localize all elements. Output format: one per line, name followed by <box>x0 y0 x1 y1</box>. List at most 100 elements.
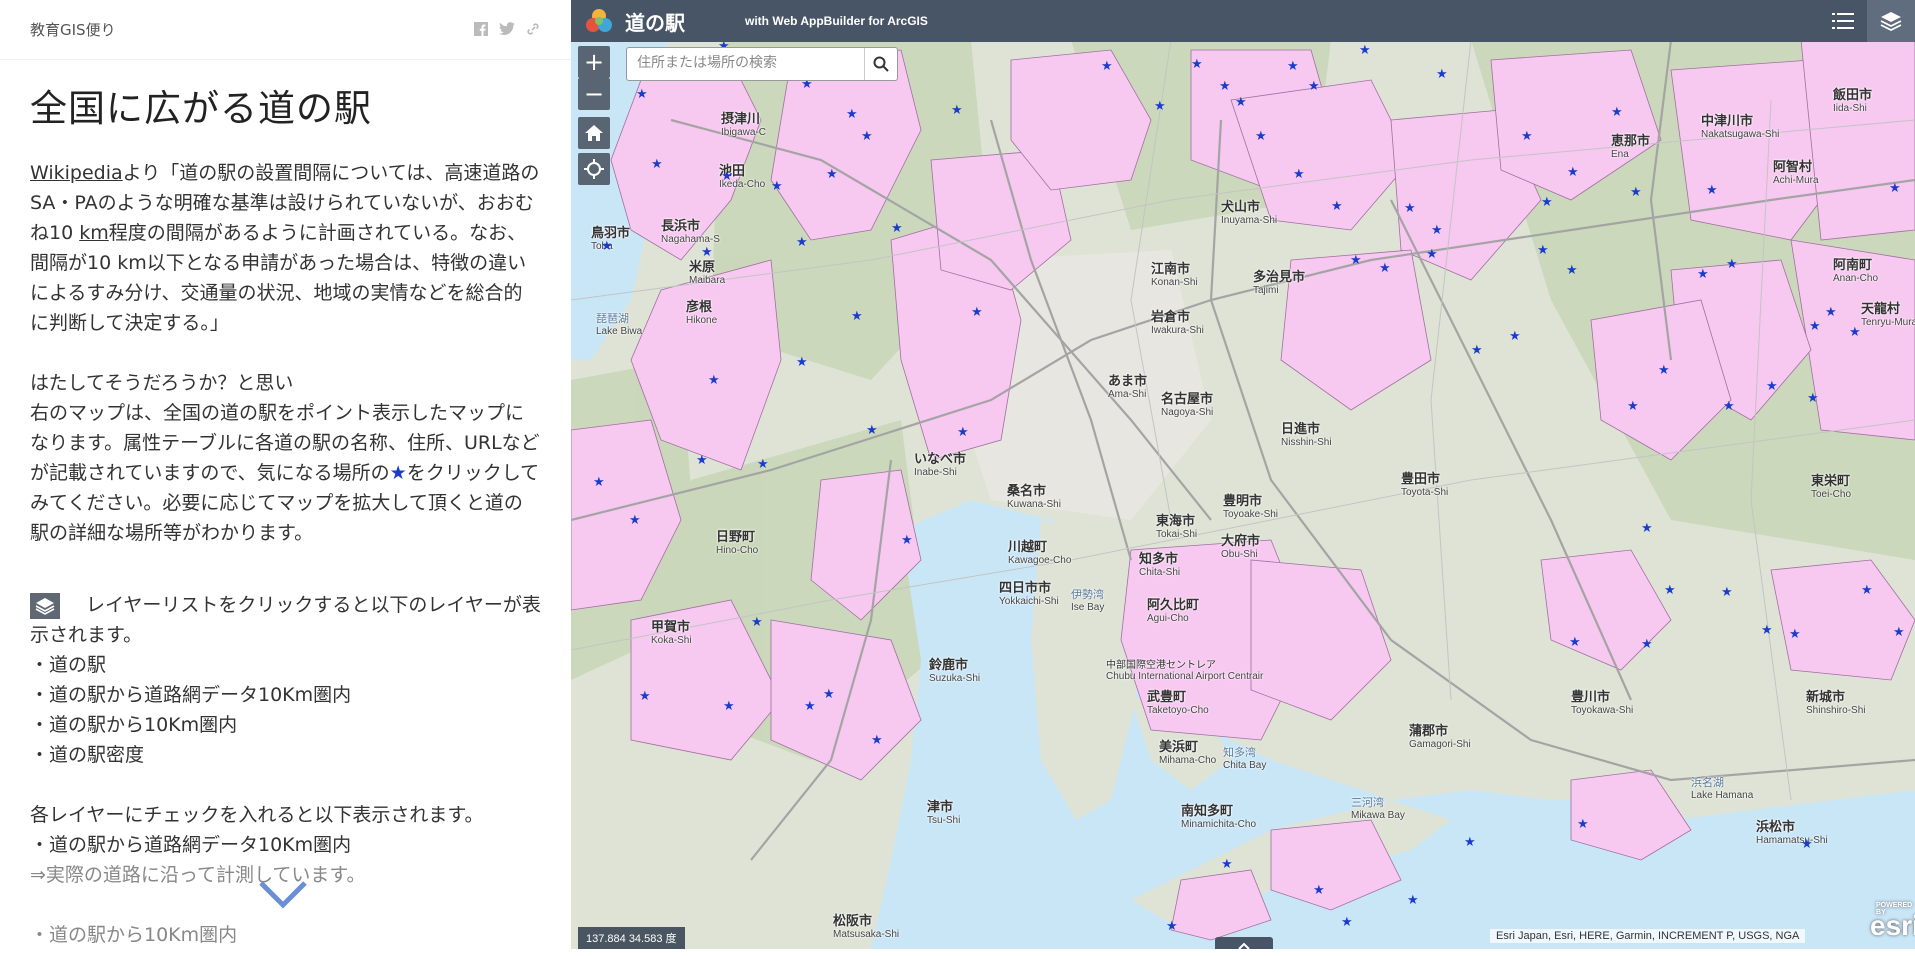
esri-logo[interactable]: POWERED BY esri <box>1870 902 1915 942</box>
station-star-icon[interactable]: ★ <box>823 688 835 701</box>
station-star-icon[interactable]: ★ <box>1219 80 1231 93</box>
twitter-icon[interactable] <box>499 21 515 38</box>
station-star-icon[interactable]: ★ <box>796 356 808 369</box>
home-button[interactable] <box>578 117 610 149</box>
station-star-icon[interactable]: ★ <box>1809 320 1821 333</box>
station-star-icon[interactable]: ★ <box>601 240 613 253</box>
station-star-icon[interactable]: ★ <box>1801 838 1813 851</box>
station-star-icon[interactable]: ★ <box>901 534 913 547</box>
station-star-icon[interactable]: ★ <box>1541 196 1553 209</box>
station-star-icon[interactable]: ★ <box>1426 248 1438 261</box>
station-star-icon[interactable]: ★ <box>1293 168 1305 181</box>
km-link[interactable]: km <box>79 222 109 244</box>
station-star-icon[interactable]: ★ <box>721 170 733 183</box>
station-star-icon[interactable]: ★ <box>1664 584 1676 597</box>
station-star-icon[interactable]: ★ <box>804 700 816 713</box>
map-view[interactable]: 摂津川 Ibigawa-C 池田 Ikeda-Cho 長浜市 Nagahama-S 米… <box>571 0 1915 949</box>
station-star-icon[interactable]: ★ <box>1627 400 1639 413</box>
station-star-icon[interactable]: ★ <box>826 168 838 181</box>
station-star-icon[interactable]: ★ <box>1641 638 1653 651</box>
station-star-icon[interactable]: ★ <box>1509 330 1521 343</box>
station-star-icon[interactable]: ★ <box>708 374 720 387</box>
station-star-icon[interactable]: ★ <box>846 108 858 121</box>
zoom-in-button[interactable]: + <box>578 46 610 78</box>
station-star-icon[interactable]: ★ <box>971 306 983 319</box>
story-brand[interactable]: 教育GIS便り <box>30 19 116 40</box>
station-star-icon[interactable]: ★ <box>1577 818 1589 831</box>
station-star-icon[interactable]: ★ <box>651 158 663 171</box>
station-star-icon[interactable]: ★ <box>1849 326 1861 339</box>
station-star-icon[interactable]: ★ <box>1404 202 1416 215</box>
station-star-icon[interactable]: ★ <box>1464 836 1476 849</box>
bottom-panel-toggle[interactable] <box>1215 937 1273 950</box>
station-star-icon[interactable]: ★ <box>1379 262 1391 275</box>
wikipedia-link[interactable]: Wikipedia <box>30 162 123 184</box>
zoom-out-button[interactable]: − <box>578 78 610 110</box>
station-star-icon[interactable]: ★ <box>1569 636 1581 649</box>
station-star-icon[interactable]: ★ <box>1101 60 1113 73</box>
station-star-icon[interactable]: ★ <box>1641 522 1653 535</box>
station-star-icon[interactable]: ★ <box>1471 344 1483 357</box>
station-star-icon[interactable]: ★ <box>1166 920 1178 933</box>
station-star-icon[interactable]: ★ <box>1537 244 1549 257</box>
station-star-icon[interactable]: ★ <box>639 690 651 703</box>
station-star-icon[interactable]: ★ <box>951 104 963 117</box>
station-star-icon[interactable]: ★ <box>1789 628 1801 641</box>
station-star-icon[interactable]: ★ <box>1761 624 1773 637</box>
station-star-icon[interactable]: ★ <box>871 734 883 747</box>
station-star-icon[interactable]: ★ <box>1566 264 1578 277</box>
station-star-icon[interactable]: ★ <box>696 454 708 467</box>
attribute-table-button[interactable] <box>1819 0 1867 42</box>
station-star-icon[interactable]: ★ <box>1889 182 1901 195</box>
station-star-icon[interactable]: ★ <box>891 222 903 235</box>
station-star-icon[interactable]: ★ <box>861 130 873 143</box>
link-icon[interactable] <box>525 22 541 38</box>
locate-button[interactable] <box>578 153 610 185</box>
station-star-icon[interactable]: ★ <box>1567 166 1579 179</box>
station-star-icon[interactable]: ★ <box>1706 184 1718 197</box>
station-star-icon[interactable]: ★ <box>1313 884 1325 897</box>
station-star-icon[interactable]: ★ <box>1658 364 1670 377</box>
station-star-icon[interactable]: ★ <box>1221 858 1233 871</box>
station-star-icon[interactable]: ★ <box>796 236 808 249</box>
station-star-icon[interactable]: ★ <box>1521 130 1533 143</box>
station-star-icon[interactable]: ★ <box>866 424 878 437</box>
station-star-icon[interactable]: ★ <box>957 426 969 439</box>
station-star-icon[interactable]: ★ <box>1341 916 1353 929</box>
station-star-icon[interactable]: ★ <box>757 458 769 471</box>
station-star-icon[interactable]: ★ <box>701 246 713 259</box>
scroll-down-chevron-icon[interactable] <box>258 880 308 910</box>
station-star-icon[interactable]: ★ <box>1807 392 1819 405</box>
search-button[interactable] <box>864 48 897 80</box>
facebook-icon[interactable] <box>473 21 489 38</box>
station-star-icon[interactable]: ★ <box>1630 186 1642 199</box>
station-star-icon[interactable]: ★ <box>629 514 641 527</box>
station-star-icon[interactable]: ★ <box>1893 626 1905 639</box>
station-star-icon[interactable]: ★ <box>1766 380 1778 393</box>
station-star-icon[interactable]: ★ <box>751 616 763 629</box>
station-star-icon[interactable]: ★ <box>1726 258 1738 271</box>
station-star-icon[interactable]: ★ <box>771 180 783 193</box>
station-star-icon[interactable]: ★ <box>1154 100 1166 113</box>
station-star-icon[interactable]: ★ <box>1255 130 1267 143</box>
station-star-icon[interactable]: ★ <box>1721 586 1733 599</box>
station-star-icon[interactable]: ★ <box>1235 96 1247 109</box>
station-star-icon[interactable]: ★ <box>1407 894 1419 907</box>
layer-list-button[interactable] <box>1867 0 1915 42</box>
station-star-icon[interactable]: ★ <box>1436 68 1448 81</box>
station-star-icon[interactable]: ★ <box>723 700 735 713</box>
station-star-icon[interactable]: ★ <box>1331 200 1343 213</box>
station-star-icon[interactable]: ★ <box>1825 306 1837 319</box>
station-star-icon[interactable]: ★ <box>1350 254 1362 267</box>
search-input[interactable] <box>627 48 872 78</box>
station-star-icon[interactable]: ★ <box>1861 584 1873 597</box>
station-star-icon[interactable]: ★ <box>1191 58 1203 71</box>
station-star-icon[interactable]: ★ <box>636 88 648 101</box>
station-star-icon[interactable]: ★ <box>851 310 863 323</box>
station-star-icon[interactable]: ★ <box>1723 400 1735 413</box>
station-star-icon[interactable]: ★ <box>1287 60 1299 73</box>
station-star-icon[interactable]: ★ <box>1308 80 1320 93</box>
station-star-icon[interactable]: ★ <box>1359 44 1371 57</box>
station-star-icon[interactable]: ★ <box>1697 268 1709 281</box>
station-star-icon[interactable]: ★ <box>1611 106 1623 119</box>
